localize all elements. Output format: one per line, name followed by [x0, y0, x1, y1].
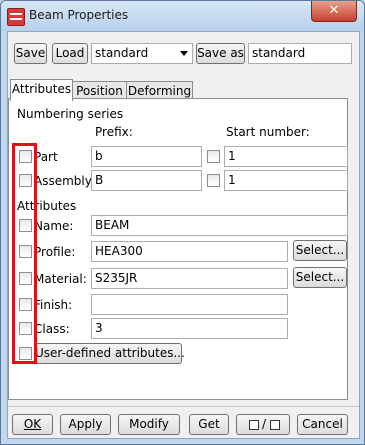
preset-dropdown-value: standard: [95, 46, 149, 60]
part-label: Part: [34, 150, 58, 164]
prefix-header: Prefix:: [95, 125, 133, 139]
assembly-start-number-input[interactable]: 1: [224, 170, 348, 191]
checkbox-column-highlight: [12, 143, 37, 364]
chevron-down-icon: [180, 51, 188, 56]
check-uncheck-toggle-icon: [249, 420, 259, 430]
footer-divider: [8, 406, 359, 407]
part-start-checkbox[interactable]: [207, 150, 220, 163]
assembly-label: Assembly: [34, 174, 92, 188]
name-input[interactable]: BEAM: [91, 215, 348, 236]
user-defined-attributes-button[interactable]: User-defined attributes...: [34, 343, 185, 364]
numbering-series-heading: Numbering series: [17, 107, 124, 121]
close-icon: ✕: [328, 3, 340, 18]
part-prefix-input[interactable]: b: [91, 146, 202, 167]
window-title: Beam Properties: [29, 8, 129, 22]
class-label: Class:: [34, 322, 70, 336]
assembly-start-checkbox[interactable]: [207, 174, 220, 187]
profile-select-button[interactable]: Select...: [293, 240, 347, 261]
profile-input[interactable]: HEA300: [91, 241, 288, 262]
unchecked-box-icon: [270, 420, 280, 430]
tab-attributes[interactable]: Attributes: [10, 79, 73, 101]
name-label: Name:: [34, 219, 74, 233]
profile-label: Profile:: [34, 245, 76, 259]
dialog-window: Beam Properties ✕ Save Load standard Sav…: [0, 0, 365, 445]
title-bar[interactable]: Beam Properties ✕: [1, 1, 364, 31]
save-as-button[interactable]: Save as: [196, 43, 245, 64]
assembly-prefix-input[interactable]: B: [91, 170, 202, 191]
start-number-header: Start number:: [226, 125, 310, 139]
app-icon: [7, 8, 25, 26]
load-button[interactable]: Load: [52, 43, 88, 64]
save-as-name-input[interactable]: standard: [248, 43, 352, 64]
cancel-button[interactable]: Cancel: [297, 414, 348, 435]
class-input[interactable]: 3: [91, 318, 288, 339]
apply-button[interactable]: Apply: [60, 414, 111, 435]
preset-dropdown[interactable]: standard: [91, 43, 193, 64]
finish-input[interactable]: [91, 294, 288, 315]
material-select-button[interactable]: Select...: [293, 267, 347, 288]
dialog-client-area: Save Load standard Save as standard Attr…: [7, 31, 360, 439]
save-button[interactable]: Save: [14, 43, 47, 64]
finish-label: Finish:: [34, 298, 73, 312]
modify-button[interactable]: Modify: [118, 414, 180, 435]
ok-button[interactable]: OK: [12, 414, 53, 435]
get-button[interactable]: Get: [189, 414, 229, 435]
material-label: Material:: [34, 272, 87, 286]
part-start-number-input[interactable]: 1: [224, 146, 348, 167]
material-input[interactable]: S235JR: [91, 268, 288, 289]
close-button[interactable]: ✕: [311, 1, 357, 22]
toggle-all-checkboxes-button[interactable]: /: [236, 414, 290, 435]
